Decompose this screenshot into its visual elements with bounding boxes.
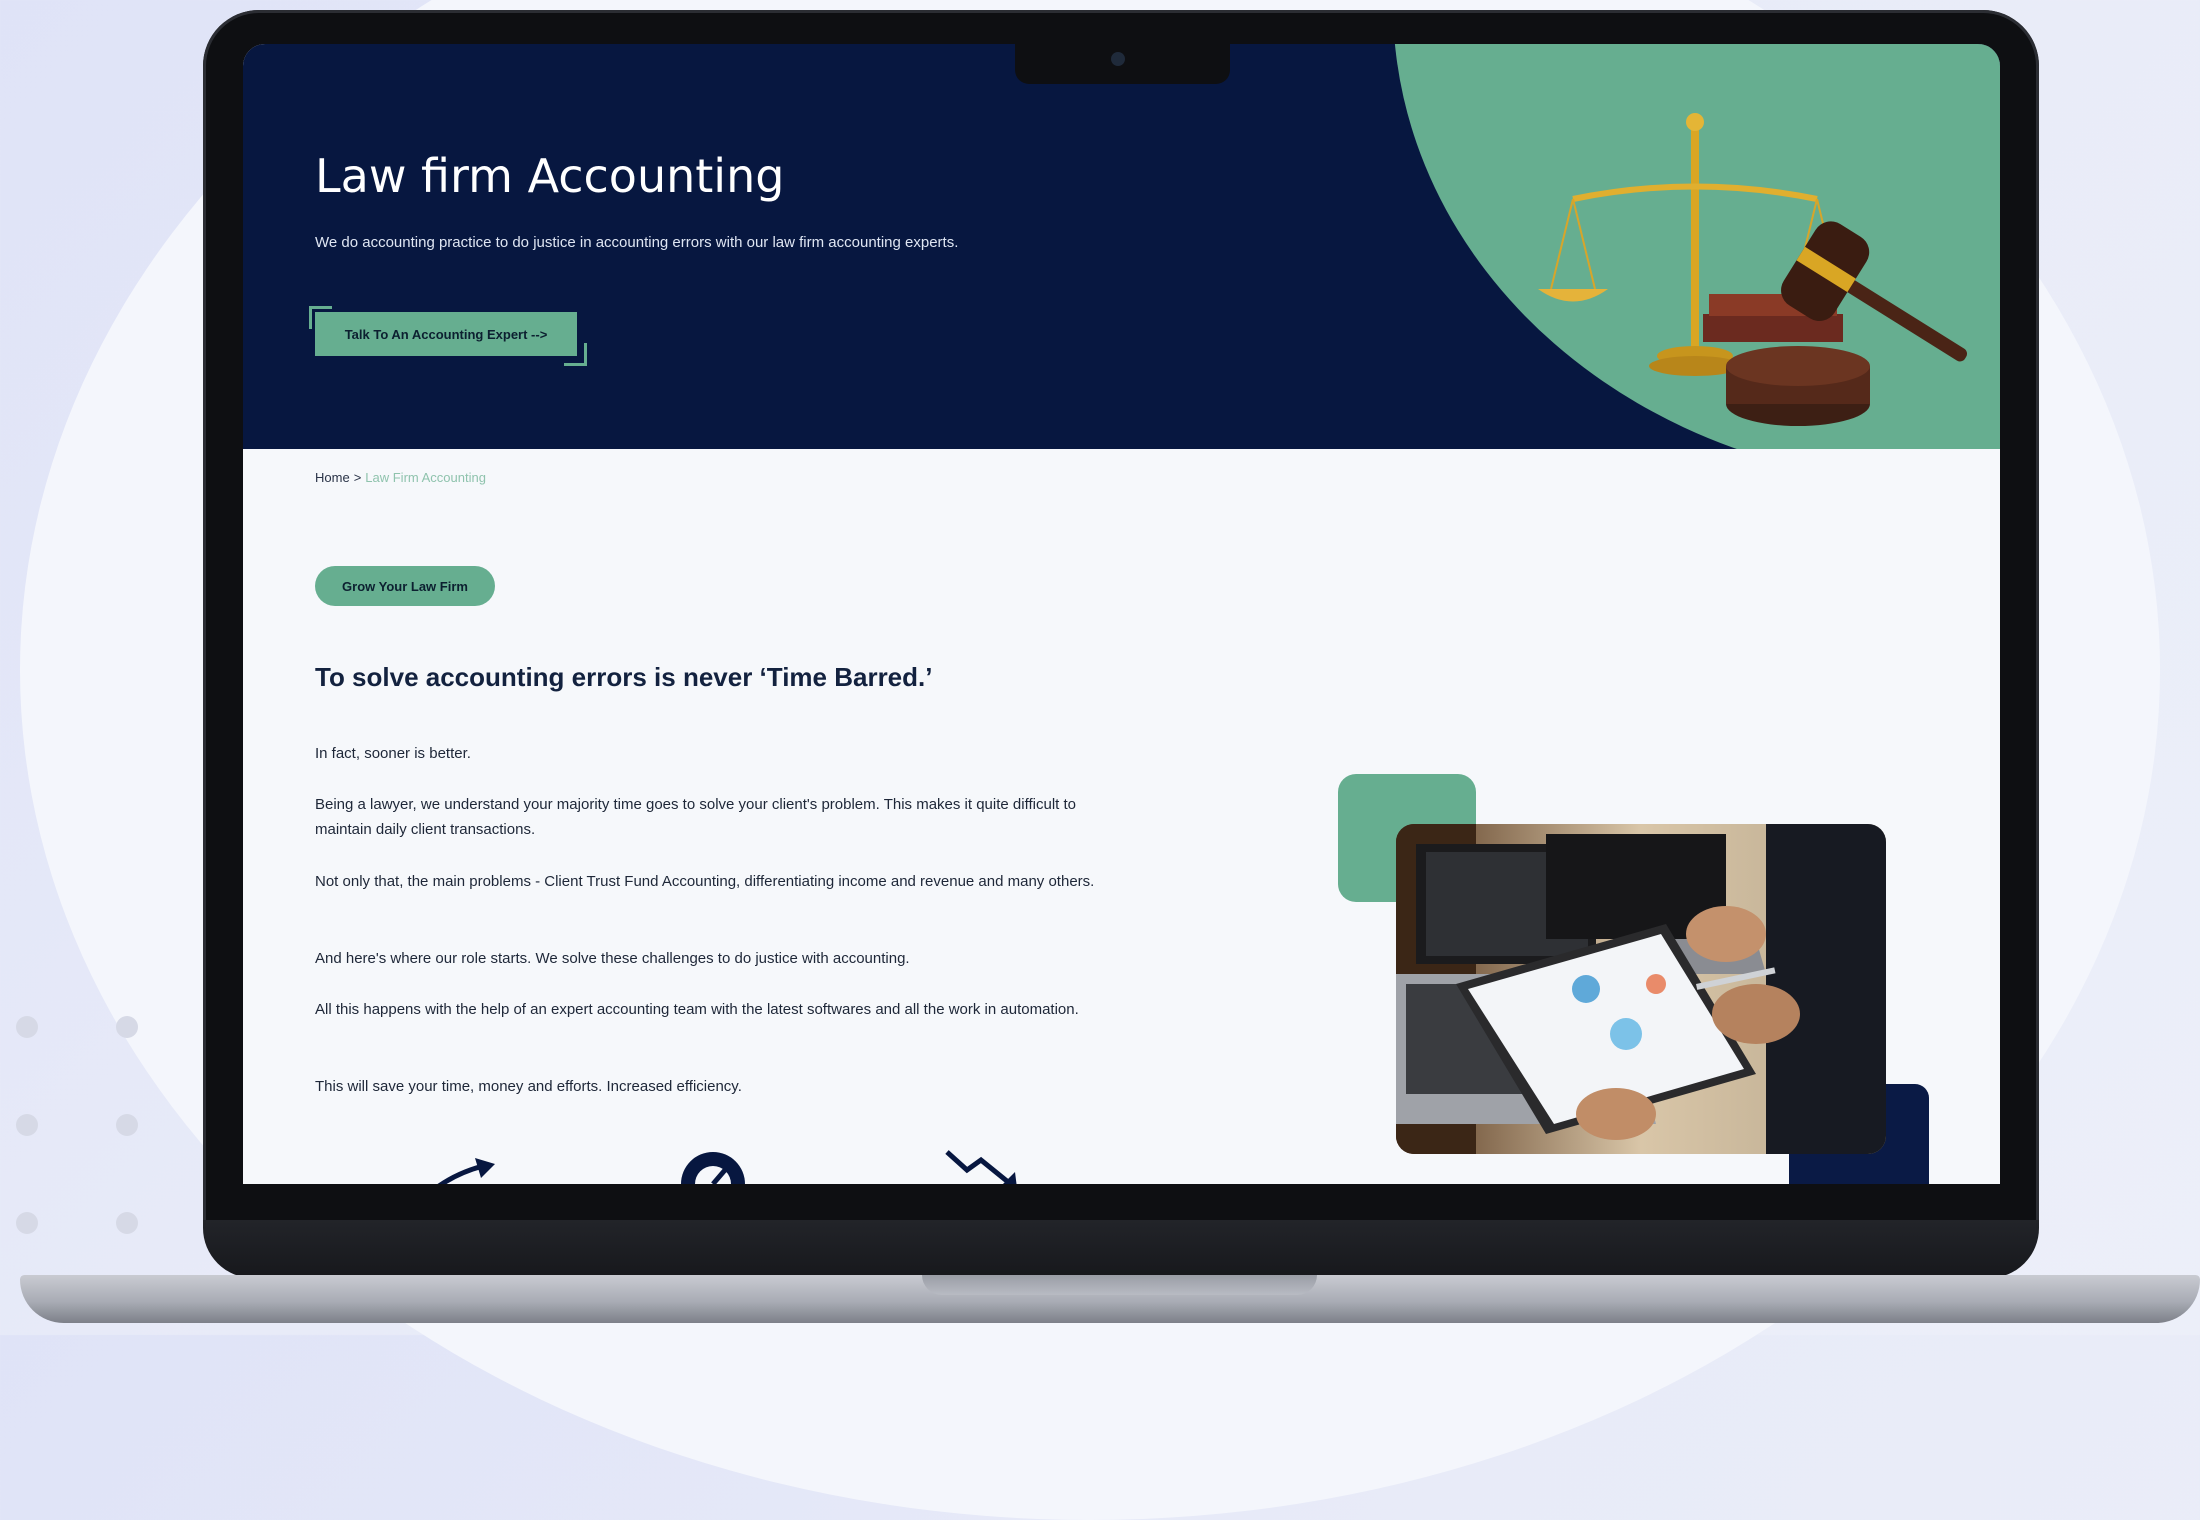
speedometer-gauge-icon [681,1152,745,1184]
talk-to-expert-button[interactable]: Talk To An Accounting Expert --> [315,312,577,356]
hero-title: Law firm Accounting [315,149,785,203]
cta-wrapper: Talk To An Accounting Expert --> [309,306,587,366]
camera-icon [1111,52,1125,66]
paragraph: All this happens with the help of an exp… [315,1001,1079,1018]
breadcrumb-home-link[interactable]: Home [315,470,350,485]
paragraph: In fact, sooner is better. [315,745,471,762]
section-title: To solve accounting errors is never ‘Tim… [315,662,933,692]
laptop-base-notch [922,1275,1317,1295]
grow-your-law-firm-badge: Grow Your Law Firm [315,566,495,606]
scales-and-gavel-icon [1538,113,1968,426]
laptop-chin [203,1220,2039,1278]
breadcrumb-separator: > [353,470,362,485]
growth-arrow-icon [437,1158,495,1184]
breadcrumb-current: Law Firm Accounting [365,470,486,485]
hero-subtitle: We do accounting practice to do justice … [315,234,959,251]
breadcrumb: Home > Law Firm Accounting [315,470,486,485]
declining-chart-icon [945,1150,1017,1184]
paragraph: And here's where our role starts. We sol… [315,950,910,967]
laptop-screen: Law firm Accounting We do accounting pra… [243,44,2000,1184]
paragraph: Not only that, the main problems - Clien… [315,873,1095,890]
hero-banner: Law firm Accounting We do accounting pra… [243,44,2000,449]
business-meeting-photo [1396,824,1886,1154]
paragraph: Being a lawyer, we understand your major… [315,796,1077,838]
paragraph: This will save your time, money and effo… [315,1078,742,1095]
